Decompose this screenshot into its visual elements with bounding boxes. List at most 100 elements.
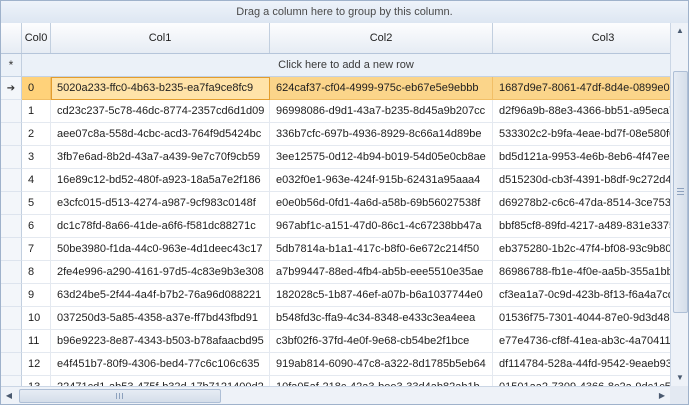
row-indicator[interactable] [1,261,22,284]
add-new-row-label[interactable]: Click here to add a new row [22,54,670,76]
column-header-col1[interactable]: Col1 [51,23,270,53]
cell-col2[interactable]: e0e0b56d-0fd1-4a6d-a58b-69b56027538f [270,192,493,215]
row-indicator[interactable] [1,123,22,146]
table-row[interactable]: 5 e3cfc015-d513-4274-a987-9cf983c0148f e0e… [1,192,670,215]
row-indicator[interactable] [1,307,22,330]
cell-col1[interactable]: e4f451b7-80f9-4306-bed4-77c6c106c635 [51,353,270,376]
cell-col0[interactable]: 13 [22,376,51,386]
table-row[interactable]: 1 cd23c237-5c78-46dc-8774-2357cd6d1d09 969… [1,100,670,123]
cell-col3[interactable]: 01536f75-7301-4044-87e0-9d3d48b [493,307,670,330]
cell-col0[interactable]: 4 [22,169,51,192]
cell-col3[interactable]: e77e4736-cf8f-41ea-ab3c-4a704115 [493,330,670,353]
cell-col3[interactable]: df114784-528a-44fd-9542-9eaeb93 [493,353,670,376]
cell-col2[interactable]: 624caf37-cf04-4999-975c-eb67e5e9ebbb [270,77,493,100]
cell-col3[interactable]: 86986788-fb1e-4f0e-aa5b-355a1bb [493,261,670,284]
row-indicator[interactable] [1,353,22,376]
row-indicator[interactable] [1,192,22,215]
cell-col0[interactable]: 11 [22,330,51,353]
cell-col2[interactable]: 336b7cfc-697b-4936-8929-8c66a14d89be [270,123,493,146]
table-row[interactable]: 2 aee07c8a-558d-4cbc-acd3-764f9d5424bc 336… [1,123,670,146]
cell-col1[interactable]: 63d24be5-2f44-4a4f-b7b2-76a96d088221 [51,284,270,307]
row-indicator[interactable] [1,376,22,386]
cell-col0[interactable]: 8 [22,261,51,284]
scroll-left-icon[interactable]: ◀ [1,387,17,404]
table-row[interactable]: 7 50be3980-f1da-44c0-963e-4d1deec43c17 5db… [1,238,670,261]
table-row[interactable]: 3 3fb7e6ad-8b2d-43a7-a439-9e7c70f9cb59 3ee… [1,146,670,169]
row-indicator[interactable] [1,238,22,261]
scroll-right-icon[interactable]: ▶ [654,387,670,404]
row-indicator-header [1,23,22,53]
table-row[interactable]: 9 63d24be5-2f44-4a4f-b7b2-76a96d088221 182… [1,284,670,307]
group-by-panel[interactable]: Drag a column here to group by this colu… [1,1,688,24]
table-row[interactable]: 11 b96e9223-8e87-4343-b503-b78afaacbd95 c3… [1,330,670,353]
table-row[interactable]: 8 2fe4e996-a290-4161-97d5-4c83e9b3e308 a7b… [1,261,670,284]
cell-col0[interactable]: 12 [22,353,51,376]
cell-col0[interactable]: 9 [22,284,51,307]
table-row[interactable]: 6 dc1c78fd-8a66-41de-a6f6-f581dc88271c 967… [1,215,670,238]
table-row[interactable]: 12 e4f451b7-80f9-4306-bed4-77c6c106c635 91… [1,353,670,376]
cell-col3[interactable]: d69278b2-c6c6-47da-8514-3ce7531 [493,192,670,215]
cell-col2[interactable]: c3bf02f6-37fd-4e0f-9e68-cb54be2f1bce [270,330,493,353]
cell-col1[interactable]: e3cfc015-d513-4274-a987-9cf983c0148f [51,192,270,215]
cell-col3[interactable]: eb375280-1b2c-47f4-bf08-93c9b80 [493,238,670,261]
cell-col1[interactable]: 50be3980-f1da-44c0-963e-4d1deec43c17 [51,238,270,261]
add-new-row[interactable]: * Click here to add a new row [1,54,670,77]
table-row[interactable]: 4 16e89c12-bd52-480f-a923-18a5a7e2f186 e03… [1,169,670,192]
cell-col2[interactable]: e032f0e1-963e-424f-915b-62431a95aaa4 [270,169,493,192]
cell-col2[interactable]: 3ee12575-0d12-4b94-b019-54d05e0cb8ae [270,146,493,169]
cell-col3[interactable]: bbf85cf8-89fd-4217-a489-831e3375 [493,215,670,238]
cell-col0[interactable]: 1 [22,100,51,123]
cell-col2[interactable]: 5db7814a-b1a1-417c-b8f0-6e672c214f50 [270,238,493,261]
table-row[interactable]: ➔ 0 5020a233-ffc0-4b63-b235-ea7fa9ce8fc9 62… [1,77,670,100]
cell-col0[interactable]: 2 [22,123,51,146]
scroll-up-icon[interactable]: ▲ [671,23,688,39]
cell-col2[interactable]: 919ab814-6090-47c8-a322-8d1785b5eb64 [270,353,493,376]
cell-col0[interactable]: 7 [22,238,51,261]
cell-col1[interactable]: 16e89c12-bd52-480f-a923-18a5a7e2f186 [51,169,270,192]
scroll-down-icon[interactable]: ▼ [671,370,688,386]
cell-col0[interactable]: 6 [22,215,51,238]
row-indicator[interactable] [1,284,22,307]
cell-col0[interactable]: 3 [22,146,51,169]
cell-col1[interactable]: 5020a233-ffc0-4b63-b235-ea7fa9ce8fc9 [51,77,270,100]
cell-col2[interactable]: a7b99447-88ed-4fb4-ab5b-eee5510e35ae [270,261,493,284]
current-row-arrow-icon[interactable]: ➔ [1,77,22,100]
column-header-col3[interactable]: Col3 [493,23,688,53]
cell-col0[interactable]: 0 [22,77,51,100]
table-row[interactable]: 10 037250d3-5a85-4358-a37e-ff7bd43fbd91 b5… [1,307,670,330]
table-row[interactable]: 1322471cd1-ab53-475f-b32d-17b7121400d210… [1,376,670,386]
row-indicator[interactable] [1,169,22,192]
cell-col0[interactable]: 10 [22,307,51,330]
row-indicator[interactable] [1,330,22,353]
cell-col3[interactable]: d2f96a9b-88e3-4366-bb51-a95eca7 [493,100,670,123]
vertical-scroll-thumb[interactable] [673,71,688,313]
vertical-scrollbar[interactable]: ▲ ▼ [670,23,688,386]
cell-col2[interactable]: 10fa05af-218c-42a3-bee3-33d4ab82ab1b [270,376,493,386]
cell-col3[interactable]: 1687d9e7-8061-47df-8d4e-0899e08 [493,77,670,100]
cell-col0[interactable]: 5 [22,192,51,215]
row-indicator[interactable] [1,100,22,123]
cell-col2[interactable]: 967abf1c-a151-47d0-86c1-4c67238bb47a [270,215,493,238]
column-header-col0[interactable]: Col0 [22,23,51,53]
cell-col2[interactable]: 96998086-d9d1-43a7-b235-8d45a9b207cc [270,100,493,123]
cell-col1[interactable]: 3fb7e6ad-8b2d-43a7-a439-9e7c70f9cb59 [51,146,270,169]
cell-col3[interactable]: bd5d121a-9953-4e6b-8eb6-4f47ee [493,146,670,169]
column-header-col2[interactable]: Col2 [270,23,493,53]
cell-col1[interactable]: dc1c78fd-8a66-41de-a6f6-f581dc88271c [51,215,270,238]
cell-col2[interactable]: 182028c5-1b87-46ef-a07b-b6a1037744e0 [270,284,493,307]
cell-col3[interactable]: cf3ea1a7-0c9d-423b-8f13-f6a4a7cd [493,284,670,307]
cell-col1[interactable]: 22471cd1-ab53-475f-b32d-17b7121400d2 [51,376,270,386]
cell-col1[interactable]: aee07c8a-558d-4cbc-acd3-764f9d5424bc [51,123,270,146]
horizontal-scroll-thumb[interactable] [19,389,221,403]
cell-col1[interactable]: cd23c237-5c78-46dc-8774-2357cd6d1d09 [51,100,270,123]
cell-col3[interactable]: 533302c2-b9fa-4eae-bd7f-08e580f6 [493,123,670,146]
row-indicator[interactable] [1,215,22,238]
cell-col1[interactable]: 037250d3-5a85-4358-a37e-ff7bd43fbd91 [51,307,270,330]
cell-col1[interactable]: b96e9223-8e87-4343-b503-b78afaacbd95 [51,330,270,353]
row-indicator[interactable] [1,146,22,169]
cell-col2[interactable]: b548fd3c-ffa9-4c34-8348-e433c3ea4eea [270,307,493,330]
horizontal-scrollbar[interactable]: ◀ ▶ [1,386,670,404]
cell-col1[interactable]: 2fe4e996-a290-4161-97d5-4c83e9b3e308 [51,261,270,284]
cell-col3[interactable]: 01501aa2-7309-4366-8c2a-9dc1c5b [493,376,670,386]
cell-col3[interactable]: d515230d-cb3f-4391-b8df-9c272d4 [493,169,670,192]
